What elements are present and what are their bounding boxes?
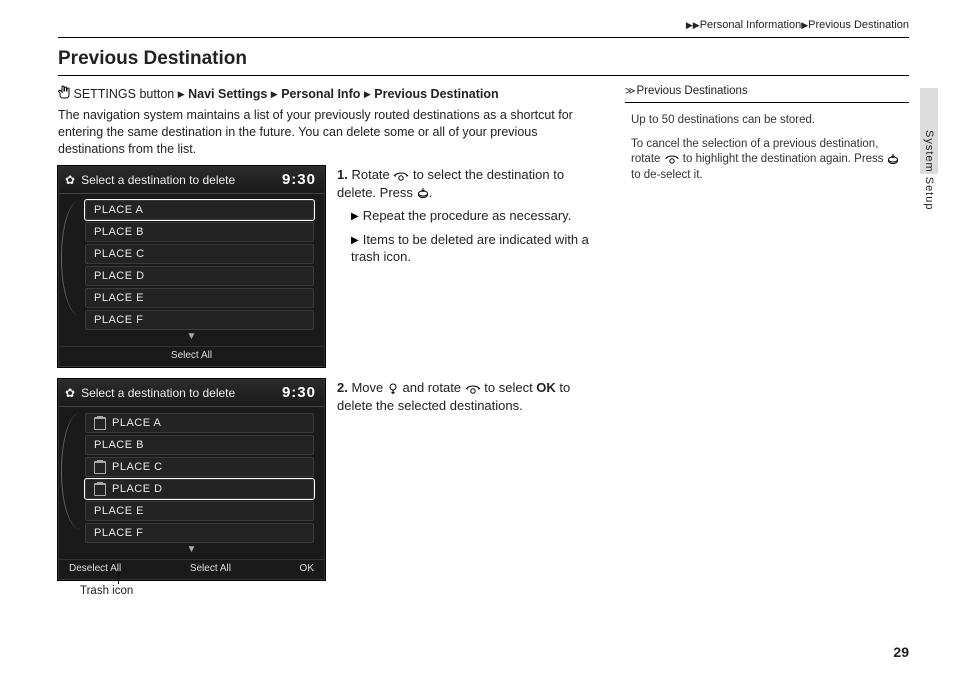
list-item[interactable]: PLACE E	[85, 288, 314, 308]
chevron-right-icon: ≫	[625, 85, 633, 99]
bullet-icon: ▶	[351, 211, 359, 222]
chevron-right-icon: ▶	[364, 89, 371, 99]
list-item-label: PLACE D	[94, 269, 145, 284]
sidebar-paragraph: Up to 50 destinations can be stored.	[625, 113, 909, 129]
rotate-dial-icon	[465, 383, 481, 395]
chevron-down-icon: ▼	[63, 330, 320, 344]
sidebar-paragraph: To cancel the selection of a previous de…	[625, 137, 909, 184]
list-item[interactable]: PLACE C	[85, 457, 314, 477]
deselect-all-button[interactable]: Deselect All	[69, 562, 121, 576]
gear-icon: ✿	[65, 385, 75, 401]
press-button-icon	[417, 187, 429, 199]
breadcrumb: ▶▶Personal Information▶Previous Destinat…	[58, 18, 909, 33]
step-sub-text: Items to be deleted are indicated with a…	[351, 232, 589, 265]
breadcrumb-item: Previous Destination	[808, 19, 909, 31]
chevron-right-icon: ▶	[178, 89, 185, 99]
path-segment: Navi Settings	[188, 87, 267, 101]
step-text-fragment: .	[429, 185, 433, 200]
ok-button[interactable]: OK	[300, 562, 314, 576]
path-segment: Previous Destination	[374, 87, 498, 101]
list-item[interactable]: PLACE F	[85, 523, 314, 543]
screen-clock: 9:30	[282, 383, 316, 403]
screen-title: Select a destination to delete	[81, 385, 235, 401]
section-tab-label: System Setup	[921, 130, 936, 210]
intro-text: The navigation system maintains a list o…	[58, 107, 591, 158]
breadcrumb-item: Personal Information	[700, 19, 802, 31]
select-all-button[interactable]: Select All	[190, 562, 231, 576]
screenshot-2: ✿ Select a destination to delete 9:30 PLA…	[58, 379, 325, 580]
sidebar-heading: ≫ Previous Destinations	[625, 84, 909, 103]
list-item[interactable]: PLACE C	[85, 244, 314, 264]
nav-path: SETTINGS button ▶ Navi Settings ▶ Person…	[58, 84, 591, 103]
list-item-label: PLACE E	[94, 504, 144, 519]
list-item-label: PLACE C	[112, 460, 163, 475]
step-number: 1.	[337, 167, 348, 182]
path-segment: Personal Info	[281, 87, 360, 101]
gear-icon: ✿	[65, 172, 75, 188]
step-number: 2.	[337, 380, 348, 395]
step-text-fragment: Move	[351, 380, 386, 395]
select-all-button[interactable]: Select All	[171, 349, 212, 363]
list-item[interactable]: PLACE F	[85, 310, 314, 330]
divider	[58, 75, 909, 76]
chevron-down-icon: ▼	[63, 543, 320, 557]
list-item[interactable]: PLACE D	[85, 266, 314, 286]
trash-icon	[94, 461, 106, 474]
move-down-icon	[387, 383, 399, 395]
sidebar-text-fragment: to de-select it.	[631, 169, 703, 181]
list-item-label: PLACE B	[94, 438, 144, 453]
list-item-label: PLACE C	[94, 247, 145, 262]
list-item[interactable]: PLACE A	[85, 413, 314, 433]
sidebar-text-fragment: to highlight the destination again. Pres…	[680, 153, 887, 165]
screenshot-1: ✿ Select a destination to delete 9:30 PLA…	[58, 166, 325, 367]
page-number: 29	[893, 643, 909, 662]
list-item-label: PLACE E	[94, 291, 144, 306]
press-button-icon	[887, 153, 899, 165]
list-item[interactable]: PLACE D	[85, 479, 314, 499]
trash-icon	[94, 483, 106, 496]
list-item[interactable]: PLACE B	[85, 435, 314, 455]
step-1-text: 1. Rotate to select the destination to d…	[337, 166, 591, 266]
list-item-label: PLACE B	[94, 225, 144, 240]
screen-clock: 9:30	[282, 170, 316, 190]
divider	[58, 37, 909, 38]
chevron-right-icon: ▶	[271, 89, 278, 99]
list-item[interactable]: PLACE E	[85, 501, 314, 521]
step-text-fragment: Rotate	[351, 167, 393, 182]
list-item[interactable]: PLACE B	[85, 222, 314, 242]
list-item-label: PLACE F	[94, 526, 143, 541]
callout-label: Trash icon	[80, 585, 133, 597]
screen-title: Select a destination to delete	[81, 172, 235, 188]
step-text-fragment: and rotate	[399, 380, 465, 395]
hand-icon	[58, 85, 70, 104]
list-item-label: PLACE F	[94, 313, 143, 328]
sidebar-heading-text: Previous Destinations	[636, 84, 747, 100]
bullet-icon: ▶	[351, 235, 359, 246]
rotate-dial-icon	[664, 153, 680, 165]
list-item-label: PLACE A	[94, 203, 143, 218]
list-item-label: PLACE D	[112, 482, 163, 497]
step-2-text: 2. Move and rotate to select OK to delet…	[337, 379, 591, 414]
step-text-fragment: to select	[481, 380, 537, 395]
chevron-right-icon: ▶▶	[686, 20, 700, 30]
list-item-label: PLACE A	[112, 416, 161, 431]
path-text: SETTINGS button	[73, 87, 174, 101]
trash-icon	[94, 417, 106, 430]
step-sub-text: Repeat the procedure as necessary.	[363, 208, 572, 223]
trash-icon-callout: Trash icon	[80, 584, 325, 600]
list-item[interactable]: PLACE A	[85, 200, 314, 220]
rotate-dial-icon	[393, 170, 409, 182]
step-text-bold: OK	[536, 380, 556, 395]
page-title: Previous Destination	[58, 46, 909, 72]
